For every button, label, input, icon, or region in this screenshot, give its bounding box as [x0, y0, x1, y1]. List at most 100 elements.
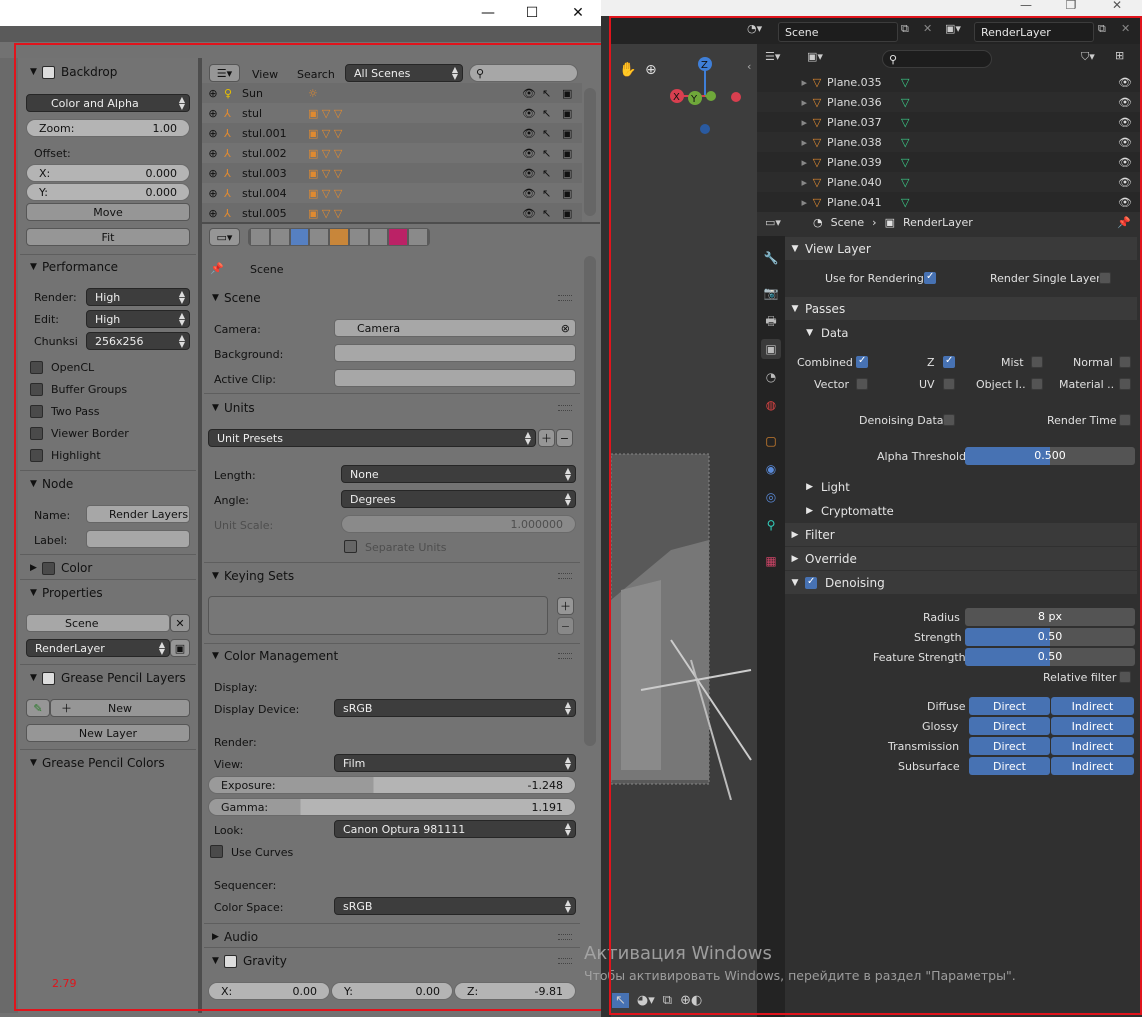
vector-checkbox[interactable] [856, 378, 868, 390]
light-subpanel-header[interactable]: ▶ Light [785, 475, 1137, 498]
node-name-field[interactable]: Render Layers [86, 505, 190, 523]
render-single-layer-checkbox[interactable] [1099, 272, 1111, 284]
denoising-panel-header[interactable]: ▼ Denoising [785, 571, 1137, 594]
outliner-scrollbar[interactable] [584, 88, 596, 216]
maximize-button[interactable]: ☐ [509, 3, 555, 23]
grip-icon[interactable] [558, 295, 572, 301]
cursor-icon[interactable]: ↖ [542, 147, 562, 160]
eye-icon[interactable]: 👁 [522, 127, 542, 140]
scene-field[interactable]: Scene [26, 614, 170, 632]
gp-colors-panel-header[interactable]: ▼ Grease Pencil Colors [30, 752, 196, 774]
override-panel-header[interactable]: ▶ Override [785, 547, 1137, 570]
camera-icon[interactable]: ▣ [562, 207, 582, 220]
camera-field[interactable]: Camera ⊗ [334, 319, 576, 337]
eye-icon[interactable]: 👁 [522, 147, 542, 160]
outliner-row[interactable]: ⊕ ⅄ stul.004 ▣ ▽ ▽ 👁 ↖ ▣ [202, 183, 582, 203]
chunks-select[interactable]: 256x256 ▲ ▼ [86, 332, 190, 350]
grip-icon[interactable] [558, 405, 572, 411]
cursor-icon[interactable]: ↖ [542, 207, 562, 220]
collapse-arrow-icon[interactable]: ‹ [747, 60, 751, 73]
minimize-button[interactable]: — [465, 3, 511, 23]
cursor-icon[interactable]: ↖ [542, 87, 562, 100]
object-tab-icon[interactable]: ▢ [761, 431, 781, 451]
camera-icon[interactable]: ▣ [562, 167, 582, 180]
output-tab-icon[interactable]: 🖶 [761, 311, 781, 331]
filter-icon[interactable]: ⛉▾ [1081, 50, 1095, 64]
indirect-toggle[interactable]: Indirect [1051, 717, 1134, 735]
delete-scene-icon[interactable]: ✕ [923, 22, 932, 35]
layers-tab-icon[interactable] [270, 229, 289, 245]
cursor-icon[interactable]: ↖ [542, 167, 562, 180]
alpha-threshold-slider[interactable]: 0.500 [965, 447, 1135, 465]
cursor-icon[interactable]: ↖ [542, 107, 562, 120]
properties-scrollbar[interactable] [584, 256, 596, 746]
eye-icon[interactable]: 👁 [1118, 76, 1142, 89]
editor-type-icon[interactable]: ▭▾ [765, 216, 781, 229]
clear-icon[interactable]: ⊗ [561, 322, 570, 335]
gp-new-layer-button[interactable]: New Layer [26, 724, 190, 742]
indirect-toggle[interactable]: Indirect [1051, 697, 1134, 715]
render-icon-button[interactable]: ▣ [170, 639, 190, 657]
node-panel-header[interactable]: ▼ Node [30, 473, 190, 495]
new-view-layer-icon[interactable]: ⧉ [1098, 22, 1106, 36]
background-field[interactable] [334, 344, 576, 362]
length-select[interactable]: None ▲ ▼ [341, 465, 576, 483]
highlight-checkbox[interactable] [30, 449, 43, 462]
xray-icon[interactable]: ⧉ [663, 993, 672, 1008]
render-time-checkbox[interactable] [1119, 414, 1131, 426]
viewport-shading-buttons[interactable]: ↖ ◕▾ ⧉ ⊕◐ [612, 993, 702, 1008]
outliner-view-menu[interactable]: View [252, 68, 278, 81]
eye-icon[interactable]: 👁 [1118, 136, 1142, 149]
cursor-icon[interactable]: ↖ [542, 127, 562, 140]
wireframe-icon[interactable]: ⊕◐ [680, 993, 702, 1008]
expand-arrow-icon[interactable]: ▸ [757, 116, 807, 129]
unit-scale-field[interactable]: 1.000000 [341, 515, 576, 533]
relative-filter-checkbox[interactable] [1119, 671, 1131, 683]
denoising-checkbox[interactable] [805, 576, 817, 589]
node-label-field[interactable] [86, 530, 190, 548]
grip-icon[interactable] [558, 958, 572, 964]
use-for-rendering-checkbox[interactable] [924, 271, 936, 284]
radius-field[interactable]: 8 px [965, 608, 1135, 626]
scene-selector-icon[interactable]: ◔▾ [747, 22, 762, 35]
outliner-row[interactable]: ▸ ▽ Plane.040 ▽ 👁 [757, 172, 1142, 192]
direct-toggle[interactable]: Direct [969, 737, 1050, 755]
minimize-button[interactable]: — [1006, 0, 1046, 12]
outliner-row[interactable]: ⊕ ⅄ stul.003 ▣ ▽ ▽ 👁 ↖ ▣ [202, 163, 582, 183]
expand-plus-icon[interactable]: ⊕ [202, 207, 224, 220]
audio-panel-header[interactable]: ▶ Audio [212, 926, 578, 948]
color-checkbox[interactable] [42, 561, 55, 575]
exposure-slider[interactable]: Exposure: -1.248 [208, 776, 576, 794]
close-button[interactable]: ✕ [1097, 0, 1137, 12]
expand-plus-icon[interactable]: ⊕ [202, 127, 224, 140]
view-transform-select[interactable]: Film ▲ ▼ [334, 754, 576, 772]
add-keying-set-button[interactable]: ＋ [557, 597, 574, 615]
clear-scene-button[interactable]: ✕ [170, 614, 190, 632]
direct-toggle[interactable]: Direct [969, 697, 1050, 715]
gp-layers-checkbox[interactable] [42, 671, 55, 685]
z-checkbox[interactable] [943, 355, 955, 368]
separate-units-checkbox[interactable] [344, 540, 357, 553]
gravity-y-field[interactable]: Y: 0.00 [331, 982, 453, 1000]
keying-sets-panel-header[interactable]: ▼ Keying Sets [212, 565, 578, 587]
unit-presets-select[interactable]: Unit Presets ▲ ▼ [208, 429, 536, 447]
expand-plus-icon[interactable]: ⊕ [202, 87, 224, 100]
performance-panel-header[interactable]: ▼ Performance [30, 256, 190, 278]
gamma-slider[interactable]: Gamma: 1.191 [208, 798, 576, 816]
expand-arrow-icon[interactable]: ▸ [757, 136, 807, 149]
eye-icon[interactable]: 👁 [1118, 196, 1142, 209]
look-select[interactable]: Canon Optura 981111 ▲ ▼ [334, 820, 576, 838]
zoom-icon[interactable]: ⊕ [645, 62, 657, 78]
offset-x-field[interactable]: X: 0.000 [26, 164, 190, 182]
use-curves-checkbox[interactable] [210, 845, 223, 858]
outliner-scene-filter[interactable]: All Scenes ▲ ▼ [345, 64, 463, 82]
expand-arrow-icon[interactable]: ▸ [757, 176, 807, 189]
offset-y-field[interactable]: Y: 0.000 [26, 183, 190, 201]
view-layer-field[interactable]: RenderLayer [974, 22, 1094, 42]
expand-arrow-icon[interactable]: ▸ [757, 96, 807, 109]
render-quality-select[interactable]: High ▲ ▼ [86, 288, 190, 306]
opencl-checkbox[interactable] [30, 361, 43, 374]
outliner-row[interactable]: ⊕ ⅄ stul.002 ▣ ▽ ▽ 👁 ↖ ▣ [202, 143, 582, 163]
overlay-icon[interactable]: ◕▾ [637, 993, 655, 1008]
camera-icon[interactable]: ▣ [562, 147, 582, 160]
